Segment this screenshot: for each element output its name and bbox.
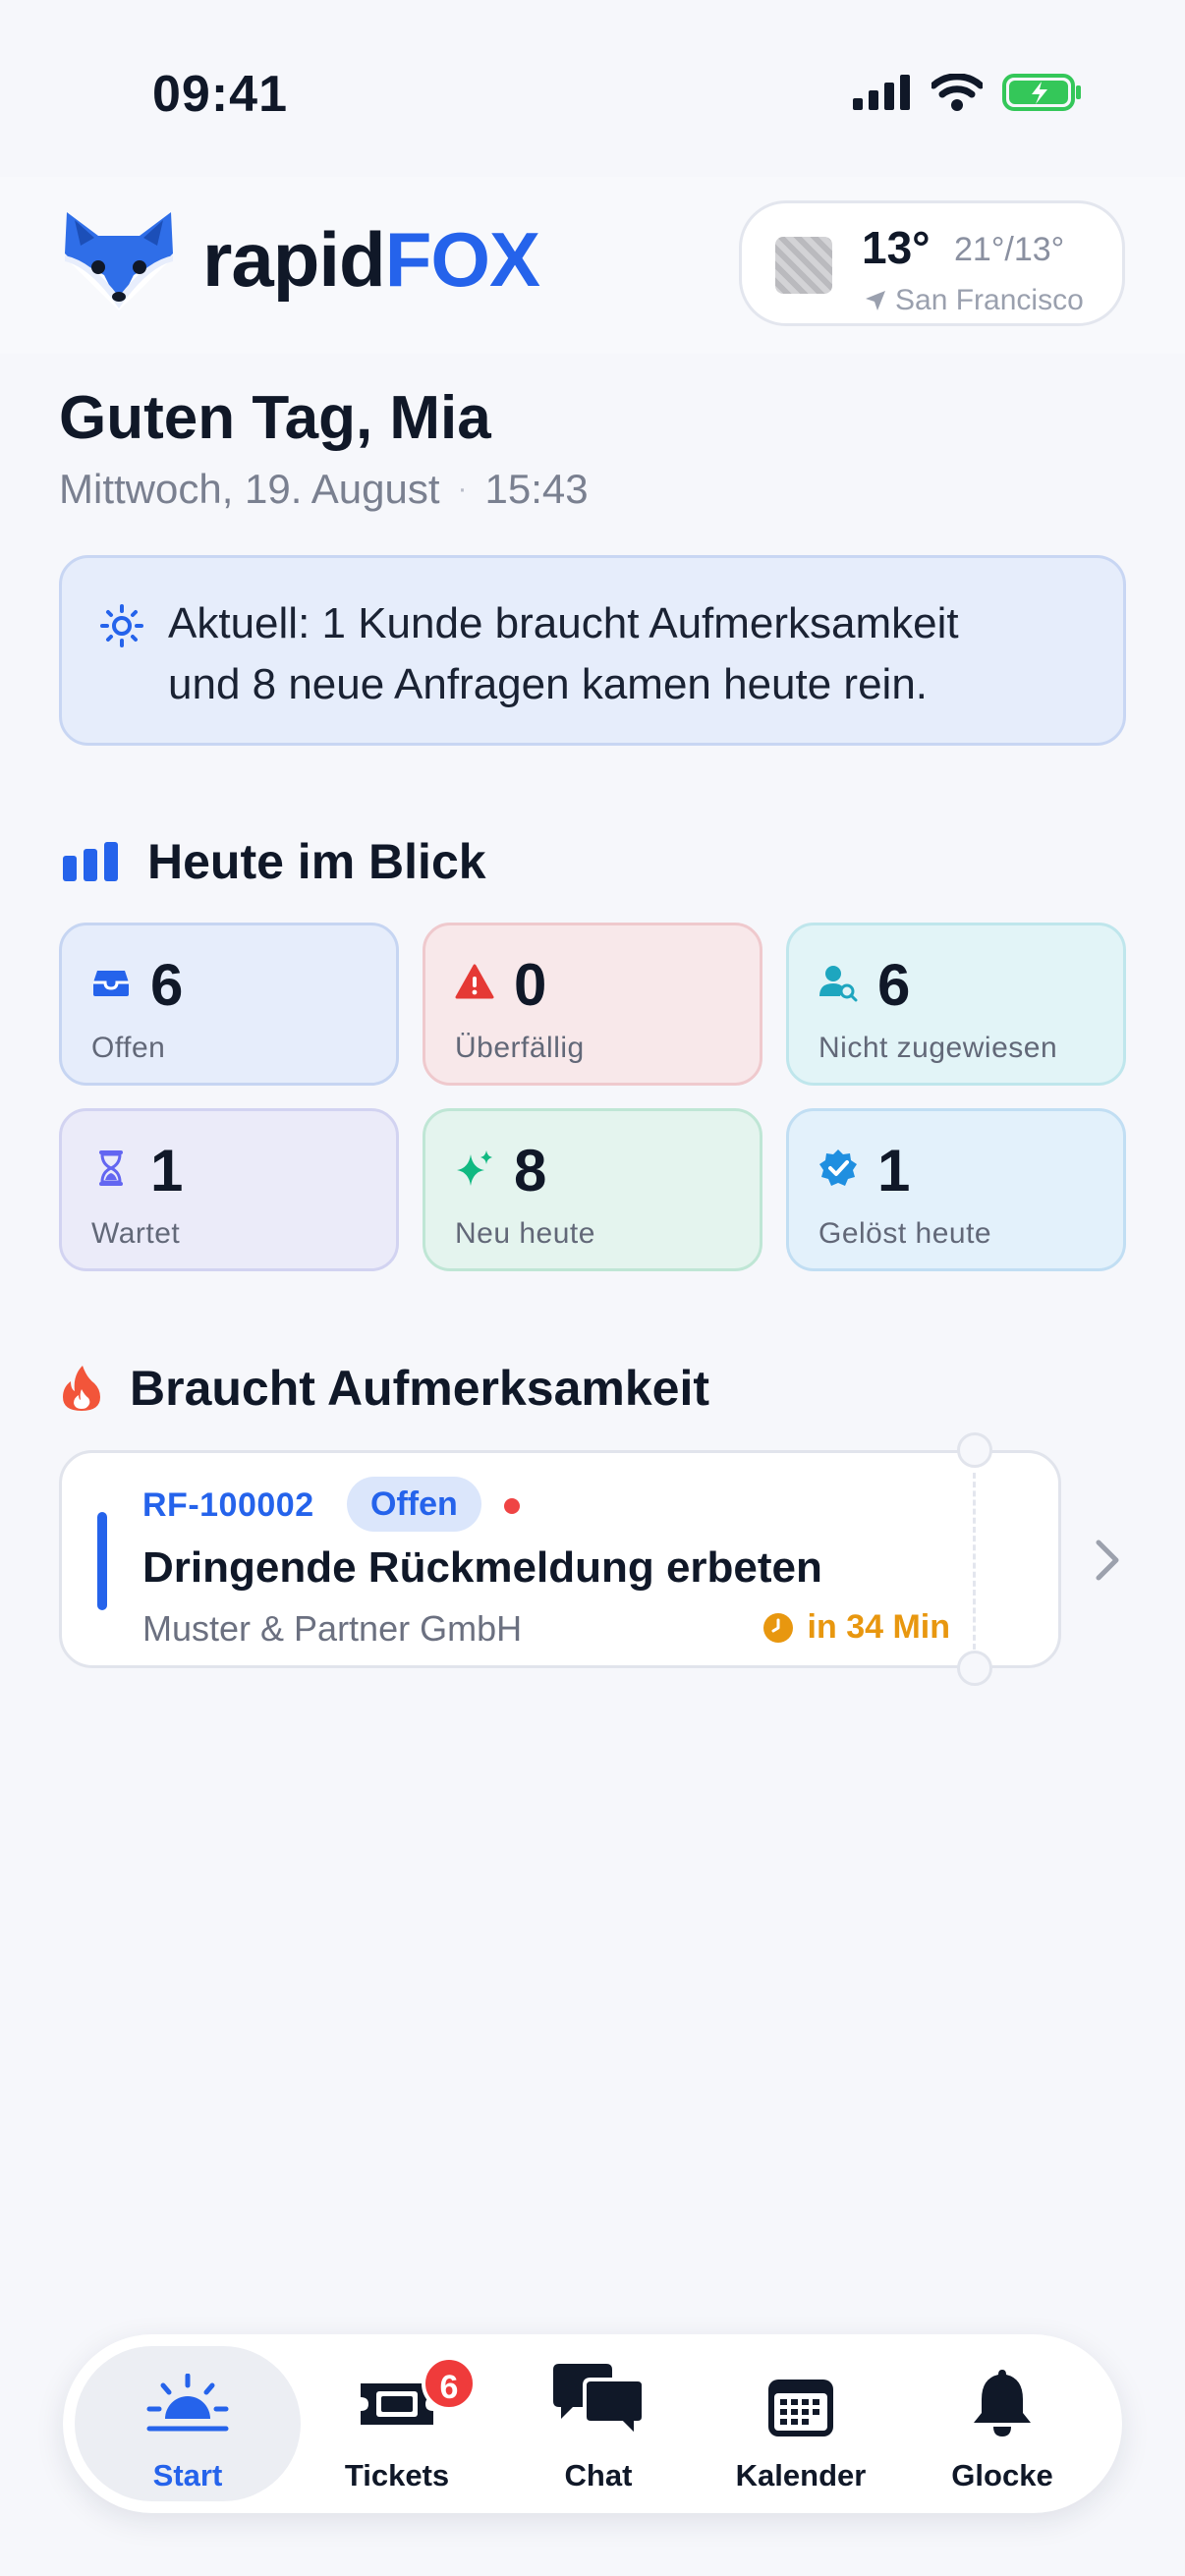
tab-chat[interactable]: Chat [485, 2346, 711, 2501]
verified-icon [819, 1149, 857, 1186]
weather-range: 21°/13° [954, 231, 1065, 268]
status-bar: 09:41 [0, 0, 1185, 177]
tile-label: Gelöst heute [818, 1217, 992, 1250]
overview-title: Heute im Blick [147, 834, 486, 889]
fox-logo-icon [65, 212, 173, 310]
weather-widget[interactable]: 13° 21°/13° San Francisco [739, 200, 1125, 326]
date-line: Mittwoch, 19. August · 15:43 [59, 466, 589, 513]
notice-line-2: und 8 neue Anfragen kamen heute rein. [168, 660, 929, 708]
tile-value: 0 [514, 952, 547, 1018]
sun-icon [100, 604, 143, 647]
greeting-title: Guten Tag, Mia [59, 384, 491, 452]
tab-label: Kalender [735, 2458, 867, 2492]
hourglass-icon [99, 1150, 123, 1186]
tab-label: Tickets [344, 2458, 450, 2492]
tab-label: Glocke [951, 2458, 1053, 2492]
warning-icon [455, 964, 494, 999]
ticket-perforation [973, 1473, 976, 1650]
inbox-icon [93, 971, 129, 996]
battery-charging-icon [1002, 74, 1081, 111]
tickets-badge: 6 [422, 2356, 477, 2411]
unread-dot [504, 1498, 520, 1514]
status-time: 09:41 [152, 66, 288, 123]
ticket-notch-bottom [957, 1651, 992, 1686]
cellular-signal-icon [853, 75, 910, 110]
tile-label: Überfällig [455, 1032, 585, 1064]
ticket-due: in 34 Min [762, 1608, 950, 1647]
overview-section-title: Heute im Blick [63, 833, 486, 890]
weather-city: San Francisco [895, 284, 1084, 316]
logo-text-fox: FOX [384, 215, 540, 303]
tile-label: Wartet [91, 1217, 181, 1250]
location-arrow-icon [866, 291, 885, 310]
tab-label: Start [152, 2458, 223, 2492]
flame-icon [63, 1366, 100, 1411]
tile-new-today[interactable]: 8 Neu heute [423, 1108, 762, 1271]
logo-text-rapid: rapid [202, 215, 386, 303]
app-header: rapidFOX 13° 21°/13° San Francisco [0, 177, 1185, 354]
ticket-status-badge: Offen [347, 1477, 481, 1532]
bell-icon [974, 2370, 1031, 2436]
tile-value: 6 [150, 952, 184, 1018]
tab-start[interactable]: Start [75, 2346, 301, 2501]
tab-bell[interactable]: Glocke [889, 2346, 1115, 2501]
notice-line-1: Aktuell: 1 Kunde braucht Aufmerksamkeit [168, 599, 959, 647]
tile-resolved-today[interactable]: 1 Gelöst heute [786, 1108, 1126, 1271]
tile-value: 6 [877, 952, 911, 1018]
ticket-company: Muster & Partner GmbH [142, 1608, 523, 1649]
ticket-id: RF-100002 [142, 1486, 314, 1524]
tile-value: 8 [514, 1138, 547, 1204]
ticket-card[interactable]: RF-100002 Offen Dringende Rückmeldung er… [59, 1432, 1061, 1686]
tile-unassigned[interactable]: 6 Nicht zugewiesen [786, 923, 1126, 1086]
weather-location: San Francisco [864, 284, 1084, 317]
tile-label: Nicht zugewiesen [818, 1032, 1058, 1064]
ticket-priority-bar [97, 1512, 107, 1610]
sparkles-icon [457, 1150, 492, 1186]
tab-bar: Start 6 Tickets Chat Kalender Glocke [63, 2334, 1122, 2513]
ticket-title: Dringende Rückmeldung erbeten [142, 1543, 822, 1592]
chat-bubbles-icon [553, 2364, 646, 2441]
tile-waiting[interactable]: 1 Wartet [59, 1108, 399, 1271]
chevron-right-icon[interactable] [1093, 1539, 1122, 1582]
sunrise-icon [146, 2374, 229, 2432]
notice-text: Aktuell: 1 Kunde braucht Aufmerksamkeit … [168, 593, 1101, 715]
tile-label: Offen [91, 1032, 166, 1064]
wifi-icon [931, 74, 983, 111]
current-date: Mittwoch, 19. August [59, 466, 440, 512]
weather-temperature: 13° [862, 222, 931, 273]
tab-label: Chat [564, 2458, 633, 2492]
tile-label: Neu heute [455, 1217, 595, 1250]
tab-tickets[interactable]: 6 Tickets [284, 2346, 510, 2501]
tile-open[interactable]: 6 Offen [59, 923, 399, 1086]
tile-overdue[interactable]: 0 Überfällig [423, 923, 762, 1086]
tab-calendar[interactable]: Kalender [688, 2346, 914, 2501]
ticket-due-text: in 34 Min [807, 1608, 950, 1646]
user-search-icon [819, 966, 858, 1002]
current-time: 15:43 [484, 466, 589, 512]
weather-condition-image [775, 237, 832, 294]
ticket-notch-top [957, 1432, 992, 1468]
calendar-icon [768, 2380, 833, 2436]
bar-chart-icon [63, 842, 118, 881]
status-icons [853, 73, 1083, 112]
tile-value: 1 [150, 1138, 184, 1204]
app-logo[interactable]: rapidFOX [59, 206, 540, 312]
tile-value: 1 [877, 1138, 911, 1204]
logo-wordmark: rapidFOX [202, 215, 540, 305]
date-separator: · [457, 473, 468, 505]
attention-section-title: Braucht Aufmerksamkeit [61, 1360, 709, 1417]
summary-notice[interactable]: Aktuell: 1 Kunde braucht Aufmerksamkeit … [59, 555, 1126, 746]
attention-title: Braucht Aufmerksamkeit [130, 1361, 710, 1416]
clock-icon [762, 1612, 793, 1643]
